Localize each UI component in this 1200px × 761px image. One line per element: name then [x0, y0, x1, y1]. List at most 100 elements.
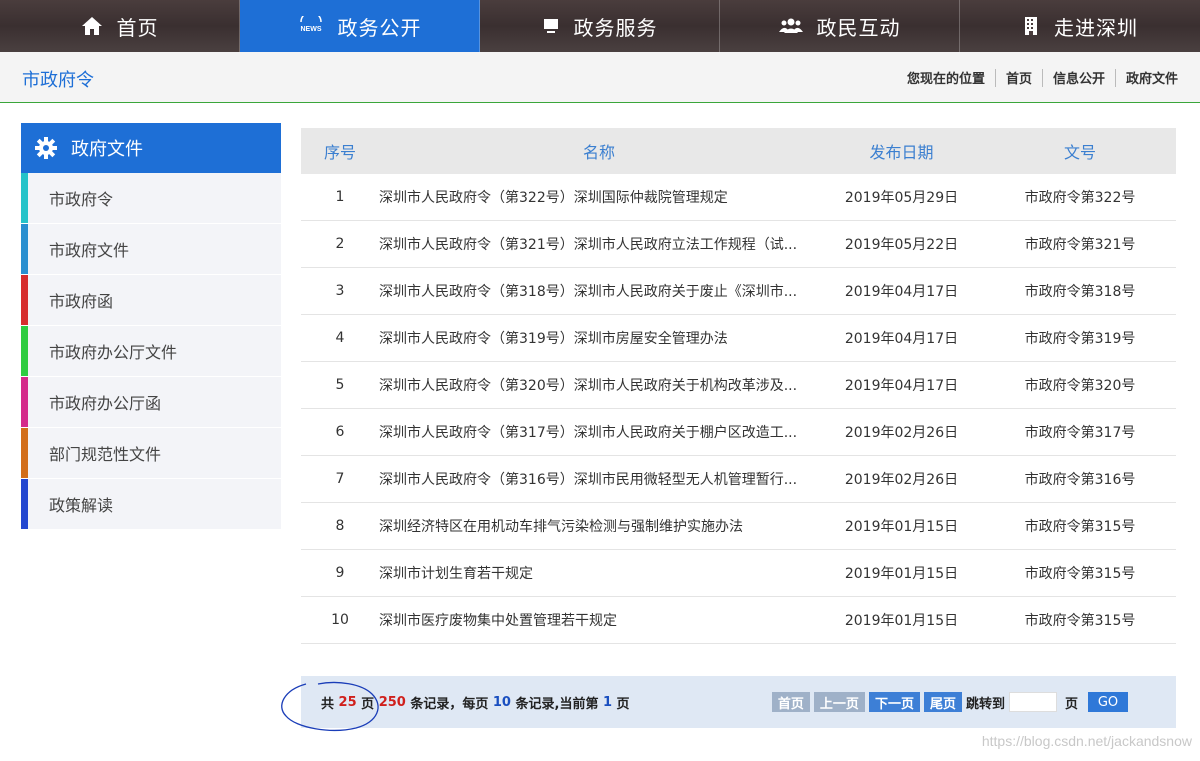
row-title-link[interactable]: 深圳经济特区在用机动车排气污染检测与强制维护实施办法: [379, 519, 743, 535]
row-doc-number: 市政府令第319号: [1024, 331, 1136, 347]
row-doc-number: 市政府令第318号: [1024, 284, 1136, 300]
nav-label: 走进深圳: [1054, 15, 1138, 40]
row-number: 2: [335, 236, 345, 252]
table-row: 3 深圳市人民政府令（第318号）深圳市人民政府关于废止《深圳市... 2019年0…: [301, 268, 1176, 315]
nav-label: 政务公开: [337, 15, 422, 40]
row-title-cell: 深圳市人民政府令（第316号）深圳市民用微轻型无人机管理暂行...: [379, 469, 819, 489]
col-header-no: 序号: [323, 143, 356, 162]
table-row: 1 深圳市人民政府令（第322号）深圳国际仲裁院管理规定 2019年05月29日 市政…: [301, 174, 1176, 221]
row-date: 2019年05月22日: [844, 237, 959, 253]
breadcrumb-prefix: 您现在的位置: [906, 72, 985, 87]
breadcrumb-info[interactable]: 信息公开: [1053, 68, 1105, 87]
row-number: 3: [335, 283, 345, 299]
row-number: 10: [331, 612, 349, 628]
breadcrumb-divider: [1114, 68, 1116, 87]
sidebar-item-label: 市政府文件: [49, 241, 130, 260]
breadcrumb-divider: [1041, 68, 1043, 87]
row-date: 2019年01月15日: [844, 613, 959, 629]
sidebar-item[interactable]: 市政府令: [21, 173, 281, 224]
sidebar-item-label: 部门规范性文件: [49, 445, 162, 464]
sidebar-item-label: 市政府函: [49, 292, 114, 311]
row-title-cell: 深圳经济特区在用机动车排气污染检测与强制维护实施办法: [379, 516, 819, 536]
nav-item-home[interactable]: 首页: [0, 0, 240, 52]
row-doc-number: 市政府令第315号: [1024, 613, 1136, 629]
breadcrumb-gov-files[interactable]: 政府文件: [1126, 68, 1178, 87]
col-header-doc: 文号: [1063, 143, 1096, 162]
sidebar-item-label: 政策解读: [49, 496, 114, 515]
breadcrumb-home[interactable]: 首页: [1006, 68, 1032, 87]
row-date: 2019年02月26日: [844, 472, 959, 488]
row-number: 1: [335, 189, 345, 205]
nav-item-gov-service[interactable]: 政务服务: [480, 0, 720, 52]
row-doc-number: 市政府令第315号: [1024, 566, 1136, 582]
page-title: 市政府令: [22, 70, 94, 91]
watermark: https://blog.csdn.net/jackandsnow: [981, 733, 1192, 749]
news-icon: NEWS: [298, 16, 324, 36]
breadcrumb: 您现在的位置 首页 信息公开 政府文件: [907, 68, 1178, 87]
row-title-cell: 深圳市人民政府令（第319号）深圳市房屋安全管理办法: [379, 328, 819, 348]
sidebar-item-color-bar: [21, 224, 28, 274]
row-doc-number: 市政府令第322号: [1024, 190, 1136, 206]
row-doc-number: 市政府令第320号: [1024, 378, 1136, 394]
col-header-name: 名称: [582, 143, 615, 162]
sidebar-item[interactable]: 政策解读: [21, 479, 281, 530]
table-row: 9 深圳市计划生育若干规定 2019年01月15日 市政府令第315号: [301, 550, 1176, 597]
pager-text: 条记录，每页: [405, 696, 493, 712]
table-body: 1 深圳市人民政府令（第322号）深圳国际仲裁院管理规定 2019年05月29日 市政…: [301, 174, 1176, 644]
row-title-link[interactable]: 深圳市计划生育若干规定: [379, 566, 533, 582]
next-page-button[interactable]: 下一页: [868, 692, 920, 712]
row-date: 2019年01月15日: [844, 566, 959, 582]
row-title-link[interactable]: 深圳市人民政府令（第322号）深圳国际仲裁院管理规定: [379, 190, 728, 206]
prev-page-button[interactable]: 上一页: [813, 692, 865, 712]
row-title-cell: 深圳市医疗废物集中处置管理若干规定: [379, 610, 819, 630]
sidebar-header: 政府文件: [21, 123, 281, 173]
col-header-date: 发布日期: [869, 143, 934, 162]
location-bar: 市政府令 您现在的位置 首页 信息公开 政府文件: [0, 52, 1200, 103]
table-row: 6 深圳市人民政府令（第317号）深圳市人民政府关于棚户区改造工... 2019年0…: [301, 409, 1176, 456]
nav-label: 首页: [116, 15, 159, 40]
breadcrumb-divider: [994, 68, 996, 87]
table-row: 2 深圳市人民政府令（第321号）深圳市人民政府立法工作规程（试... 2019年0…: [301, 221, 1176, 268]
row-number: 8: [335, 518, 345, 534]
row-title-cell: 深圳市人民政府令（第320号）深圳市人民政府关于机构改革涉及...: [379, 375, 819, 395]
sidebar-item[interactable]: 市政府文件: [21, 224, 281, 275]
go-button[interactable]: GO: [1088, 692, 1128, 712]
sidebar-item[interactable]: 市政府办公厅文件: [21, 326, 281, 377]
jump-page-input[interactable]: [1008, 692, 1057, 712]
pagination-controls: 首页 上一页 下一页 尾页 跳转到 页 GO: [768, 692, 1128, 712]
sidebar-item-color-bar: [21, 275, 28, 325]
row-title-link[interactable]: 深圳市人民政府令（第319号）深圳市房屋安全管理办法: [379, 331, 728, 347]
row-doc-number: 市政府令第316号: [1024, 472, 1136, 488]
row-title-cell: 深圳市计划生育若干规定: [379, 563, 819, 583]
row-title-link[interactable]: 深圳市人民政府令（第318号）深圳市人民政府关于废止《深圳市...: [379, 284, 797, 300]
table-header: 序号 名称 发布日期 文号: [301, 128, 1176, 174]
last-page-button[interactable]: 尾页: [923, 692, 962, 712]
sidebar-item-color-bar: [21, 326, 28, 376]
table-row: 10 深圳市医疗废物集中处置管理若干规定 2019年01月15日 市政府令第315号: [301, 597, 1176, 644]
row-title-link[interactable]: 深圳市人民政府令（第316号）深圳市民用微轻型无人机管理暂行...: [379, 472, 797, 488]
row-title-link[interactable]: 深圳市人民政府令（第320号）深圳市人民政府关于机构改革涉及...: [379, 378, 797, 394]
sidebar-item-label: 市政府办公厅函: [49, 394, 162, 413]
sidebar-item-color-bar: [21, 173, 28, 223]
sidebar-item[interactable]: 部门规范性文件: [21, 428, 281, 479]
nav-label: 政民互动: [816, 15, 901, 40]
row-title-cell: 深圳市人民政府令（第318号）深圳市人民政府关于废止《深圳市...: [379, 281, 819, 301]
sidebar-item[interactable]: 市政府办公厅函: [21, 377, 281, 428]
jump-label: 跳转到: [965, 696, 1005, 712]
nav-item-gov-info[interactable]: NEWS 政务公开: [240, 0, 480, 52]
sidebar-title: 政府文件: [71, 139, 143, 160]
pagination-bar: 共 25 页 250 条记录，每页 10 条记录,当前第 1 页 首页 上一页 …: [301, 676, 1176, 728]
nav-item-interaction[interactable]: 政民互动: [720, 0, 960, 52]
sidebar-item[interactable]: 市政府函: [21, 275, 281, 326]
row-date: 2019年02月26日: [844, 425, 959, 441]
row-title-link[interactable]: 深圳市人民政府令（第321号）深圳市人民政府立法工作规程（试...: [379, 237, 797, 253]
first-page-button[interactable]: 首页: [771, 692, 810, 712]
page-suffix-label: 页: [1064, 696, 1078, 712]
row-title-link[interactable]: 深圳市医疗废物集中处置管理若干规定: [379, 613, 617, 629]
building-icon: [1022, 16, 1040, 36]
nav-item-about-shenzhen[interactable]: 走进深圳: [960, 0, 1200, 52]
row-number: 5: [335, 377, 345, 393]
row-doc-number: 市政府令第315号: [1024, 519, 1136, 535]
row-date: 2019年04月17日: [844, 284, 959, 300]
row-title-link[interactable]: 深圳市人民政府令（第317号）深圳市人民政府关于棚户区改造工...: [379, 425, 797, 441]
